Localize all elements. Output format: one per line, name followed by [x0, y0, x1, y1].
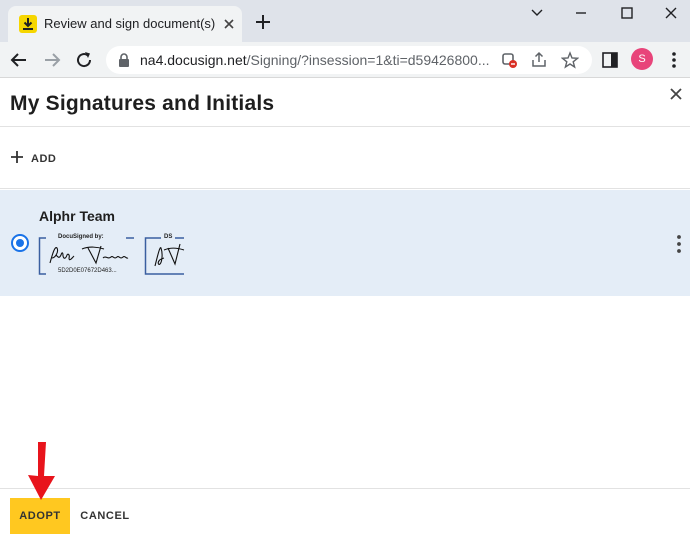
close-icon[interactable] [220, 15, 238, 33]
signature-radio[interactable] [11, 234, 29, 252]
tab-title: Review and sign document(s) | Do [44, 16, 216, 31]
signature-image [48, 244, 132, 266]
signature-stamp: DocuSigned by: 5D2D0E07672D463... [38, 234, 138, 276]
browser-toolbar: na4.docusign.net/Signing/?insession=1&ti… [0, 42, 690, 78]
stamp-label: DocuSigned by: [58, 234, 104, 240]
signature-name: Alphr Team [39, 208, 115, 224]
adopt-button[interactable]: ADOPT [10, 498, 70, 534]
lock-icon[interactable] [118, 53, 130, 67]
plus-icon [10, 150, 24, 169]
cancel-button[interactable]: CANCEL [78, 498, 132, 534]
divider [0, 188, 690, 189]
kebab-menu-icon[interactable] [664, 50, 684, 70]
minimize-icon[interactable] [570, 4, 592, 22]
url-host: na4.docusign.net [140, 52, 247, 68]
maximize-icon[interactable] [616, 4, 638, 22]
url-path: /Signing/?insession=1&ti=d59426800... [246, 52, 490, 68]
chevron-down-icon[interactable] [526, 4, 548, 22]
plus-icon[interactable] [253, 12, 273, 32]
initials-image [152, 242, 186, 268]
share-icon[interactable] [530, 51, 548, 69]
kebab-menu-icon[interactable] [674, 234, 684, 254]
profile-avatar[interactable]: S [631, 48, 653, 70]
forward-arrow-icon[interactable] [41, 49, 63, 71]
side-panel-icon[interactable] [600, 50, 620, 70]
divider [0, 126, 690, 127]
close-icon[interactable] [668, 86, 684, 102]
add-signature-button[interactable]: ADD [10, 150, 56, 168]
dialog-title: My Signatures and Initials [10, 92, 275, 115]
browser-titlebar: Review and sign document(s) | Do [0, 0, 690, 42]
add-label: ADD [31, 153, 57, 165]
red-arrow-icon [25, 440, 59, 502]
stamp-id: 5D2D0E07672D463... [58, 268, 117, 274]
browser-tab[interactable]: Review and sign document(s) | Do [8, 6, 242, 42]
back-arrow-icon[interactable] [8, 49, 30, 71]
signature-list-item[interactable]: Alphr Team DocuSigned by: 5D2D0E07672D46… [0, 190, 690, 296]
address-bar[interactable]: na4.docusign.net/Signing/?insession=1&ti… [106, 46, 592, 74]
url-text[interactable]: na4.docusign.net/Signing/?insession=1&ti… [140, 52, 490, 68]
divider [0, 488, 690, 489]
initials-stamp: DS [144, 234, 188, 276]
reload-icon[interactable] [73, 49, 95, 71]
blocked-popup-icon[interactable] [500, 51, 518, 69]
star-icon[interactable] [560, 51, 580, 69]
download-icon [19, 15, 37, 33]
close-icon[interactable] [660, 4, 682, 22]
initials-label: DS [164, 234, 173, 240]
